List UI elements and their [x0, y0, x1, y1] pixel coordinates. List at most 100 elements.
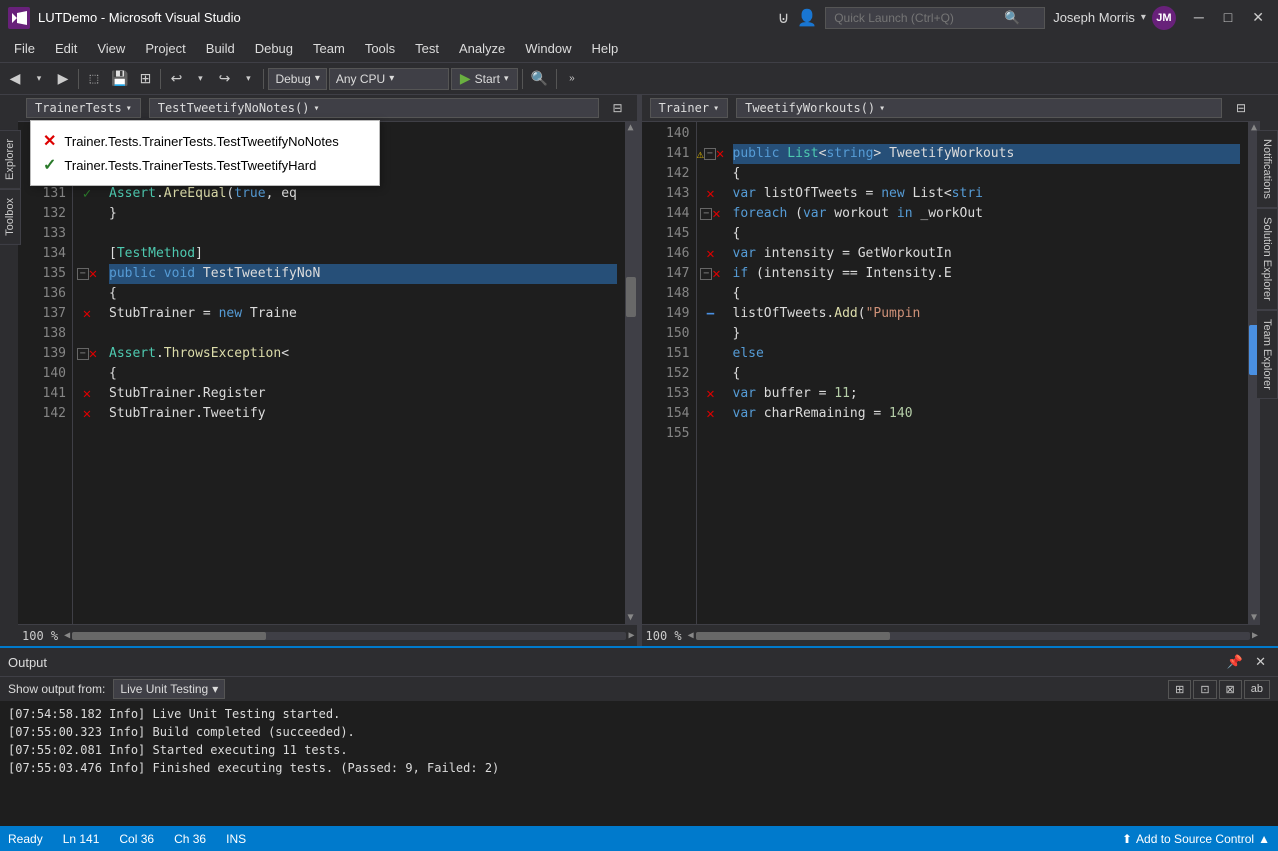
- start-button[interactable]: ▶ Start ▾: [451, 68, 518, 90]
- vscroll-down-btn[interactable]: ▼: [625, 612, 637, 624]
- maximize-button[interactable]: □: [1218, 7, 1238, 28]
- collapse-btn-135[interactable]: −: [77, 268, 89, 280]
- left-code-area[interactable]: var actual = StubTrainer var equal = act…: [101, 122, 625, 624]
- status-source-control: ⬆ Add to Source Control ▲: [1122, 832, 1270, 846]
- right-hscroll-thumb[interactable]: [696, 632, 890, 640]
- output-pin-button[interactable]: 📌: [1223, 652, 1247, 672]
- status-line: Ln 141: [63, 832, 100, 846]
- platform-label: Any CPU: [336, 72, 385, 86]
- sidebar-item-team-explorer[interactable]: Team Explorer: [1257, 310, 1278, 399]
- menu-tools[interactable]: Tools: [355, 37, 405, 60]
- menu-edit[interactable]: Edit: [45, 37, 87, 60]
- search-input[interactable]: [834, 11, 1004, 25]
- right-split-editor-button[interactable]: ⊟: [1230, 97, 1252, 119]
- sidebar-item-solution-explorer[interactable]: Solution Explorer: [1257, 208, 1278, 310]
- user-name: Joseph Morris: [1053, 10, 1135, 25]
- left-hscroll-left[interactable]: ◀: [62, 630, 72, 641]
- output-source-dropdown[interactable]: Live Unit Testing ▾: [113, 679, 225, 699]
- user-dropdown-icon: ▾: [1141, 12, 1146, 23]
- back-button[interactable]: ◀: [4, 68, 26, 90]
- collapse-btn-144[interactable]: −: [700, 208, 712, 220]
- left-nav-class-arrow: ▾: [126, 103, 132, 114]
- undo-button[interactable]: ↩: [165, 68, 187, 90]
- source-control-label[interactable]: Add to Source Control: [1136, 832, 1254, 846]
- fail-icon: ✕: [43, 131, 56, 151]
- save-all-button[interactable]: ⊞: [134, 68, 156, 90]
- menu-analyze[interactable]: Analyze: [449, 37, 515, 60]
- menu-team[interactable]: Team: [303, 37, 355, 60]
- close-button[interactable]: ✕: [1246, 7, 1270, 28]
- menu-window[interactable]: Window: [515, 37, 581, 60]
- code-line-142: StubTrainer.Tweetify: [109, 404, 617, 424]
- redo-button[interactable]: ↪: [213, 68, 235, 90]
- sidebar-item-explorer[interactable]: Explorer: [0, 130, 21, 189]
- right-line-numbers: 140 141 142 143 144 145 146 147 148 149 …: [642, 122, 697, 624]
- filter-icon: ⊍: [778, 8, 790, 28]
- save-button[interactable]: 💾: [107, 68, 132, 90]
- output-controls: 📌 ✕: [1223, 652, 1270, 672]
- forward-button[interactable]: ▶: [52, 68, 74, 90]
- right-code-area[interactable]: public List<string> TweetifyWorkouts { v…: [725, 122, 1249, 624]
- output-wrap-button[interactable]: ⊞: [1168, 680, 1191, 699]
- vscroll-up-btn[interactable]: ▲: [625, 122, 637, 134]
- right-nav-method-dropdown[interactable]: TweetifyWorkouts() ▾: [736, 98, 1222, 118]
- find-button[interactable]: 🔍: [527, 68, 552, 90]
- split-editor-button[interactable]: ⊟: [607, 97, 629, 119]
- source-control-arrow: ▲: [1258, 832, 1270, 846]
- menu-project[interactable]: Project: [135, 37, 195, 60]
- minimize-button[interactable]: ─: [1188, 7, 1210, 28]
- output-close-button[interactable]: ✕: [1251, 652, 1270, 672]
- app-title: LUTDemo - Microsoft Visual Studio: [38, 10, 778, 25]
- right-zoom-display[interactable]: 100 %: [642, 629, 686, 643]
- menu-help[interactable]: Help: [582, 37, 629, 60]
- menu-test[interactable]: Test: [405, 37, 449, 60]
- output-copy-button[interactable]: ⊡: [1193, 680, 1216, 699]
- right-editor: Trainer ▾ TweetifyWorkouts() ▾ ⊟ 140 141…: [642, 95, 1261, 646]
- right-nav-class-arrow: ▾: [713, 103, 719, 114]
- config-dropdown[interactable]: Debug ▾: [268, 68, 326, 90]
- left-hscroll-thumb[interactable]: [72, 632, 266, 640]
- fail-test-name: Trainer.Tests.TrainerTests.TestTweetifyN…: [64, 134, 338, 149]
- search-box[interactable]: 🔍: [825, 7, 1045, 29]
- output-clear-button[interactable]: ⊠: [1219, 680, 1242, 699]
- left-nav-method-dropdown[interactable]: TestTweetifyNoNotes() ▾: [149, 98, 599, 118]
- right-hscroll-bar: 100 % ◀ ▶: [642, 624, 1261, 646]
- redo-dropdown[interactable]: ▾: [237, 68, 259, 90]
- collapse-btn-147[interactable]: −: [700, 268, 712, 280]
- code-line-136: {: [109, 284, 617, 304]
- collapse-btn-139[interactable]: −: [77, 348, 89, 360]
- code-line-135: public void TestTweetifyNoN: [109, 264, 617, 284]
- left-zoom-display[interactable]: 100 %: [18, 629, 62, 643]
- toolbar-more[interactable]: »: [561, 68, 583, 90]
- left-side-panel: Explorer Toolbox: [0, 130, 21, 245]
- r-code-line-154: var charRemaining = 140: [733, 404, 1241, 424]
- collapse-btn-141[interactable]: −: [704, 148, 716, 160]
- undo-group-button[interactable]: ⬚: [83, 68, 105, 90]
- menu-view[interactable]: View: [87, 37, 135, 60]
- left-hscroll-right[interactable]: ▶: [626, 630, 636, 641]
- sidebar-item-notifications[interactable]: Notifications: [1257, 130, 1278, 208]
- left-vscrollbar[interactable]: ▲ ▼: [625, 122, 637, 624]
- left-editor-nav: TrainerTests ▾ TestTweetifyNoNotes() ▾ ⊟: [18, 95, 637, 122]
- undo-dropdown[interactable]: ▾: [189, 68, 211, 90]
- sidebar-item-toolbox[interactable]: Toolbox: [0, 189, 21, 245]
- right-hscroll-right[interactable]: ▶: [1250, 630, 1260, 641]
- popup-pass-item: ✓ Trainer.Tests.TrainerTests.TestTweetif…: [43, 153, 367, 177]
- r-code-line-143: var listOfTweets = new List<stri: [733, 184, 1241, 204]
- right-hscroll-left[interactable]: ◀: [686, 630, 696, 641]
- vscroll-thumb[interactable]: [626, 277, 636, 317]
- left-nav-class-dropdown[interactable]: TrainerTests ▾: [26, 98, 141, 118]
- status-bar: Ready Ln 141 Col 36 Ch 36 INS ⬆ Add to S…: [0, 826, 1278, 851]
- right-nav-class-dropdown[interactable]: Trainer ▾: [650, 98, 729, 118]
- right-editor-nav: Trainer ▾ TweetifyWorkouts() ▾ ⊟: [642, 95, 1261, 122]
- r-code-line-149: listOfTweets.Add("Pumpin: [733, 304, 1241, 324]
- menu-file[interactable]: File: [4, 37, 45, 60]
- platform-dropdown[interactable]: Any CPU ▾: [329, 68, 449, 90]
- left-hscroll-bar: 100 % ◀ ▶: [18, 624, 637, 646]
- menu-build[interactable]: Build: [196, 37, 245, 60]
- output-regex-button[interactable]: ab: [1244, 680, 1270, 699]
- back-dropdown[interactable]: ▾: [28, 68, 50, 90]
- right-vscroll-down-btn[interactable]: ▼: [1248, 612, 1260, 624]
- menu-debug[interactable]: Debug: [245, 37, 303, 60]
- separator-3: [263, 69, 264, 89]
